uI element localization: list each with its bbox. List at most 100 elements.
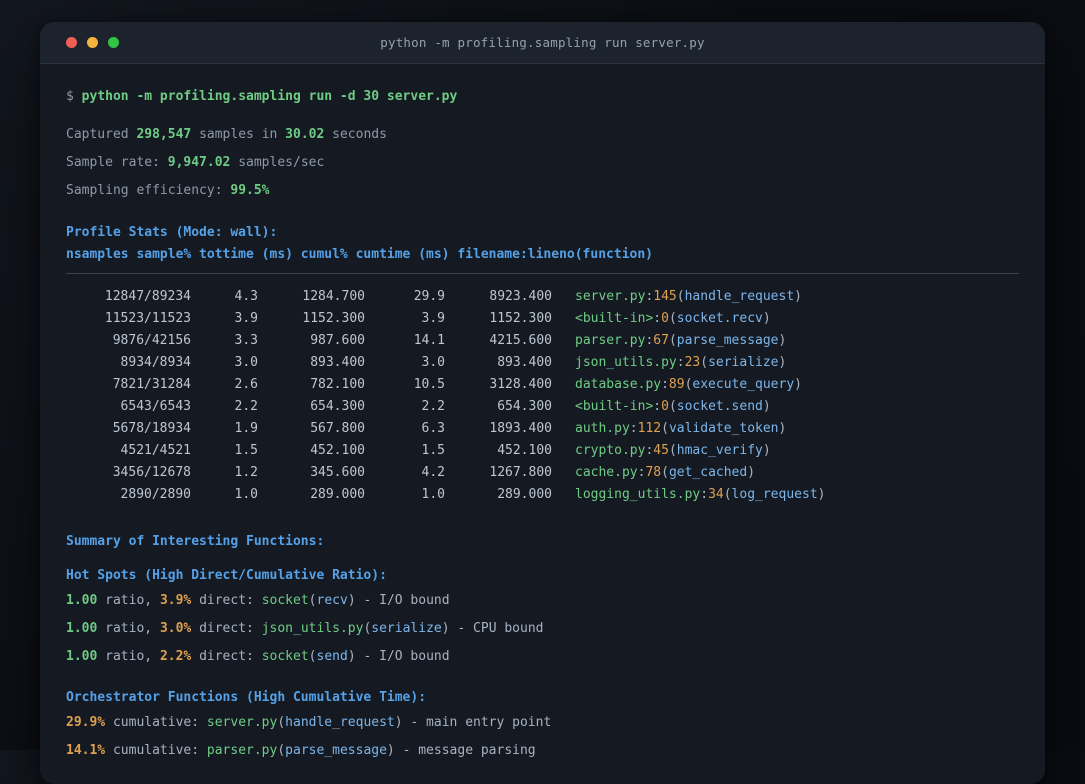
direct-pct: 3.9% (159, 593, 192, 608)
punct-close: ) (347, 593, 356, 608)
col-cumul-pct: 10.5 (413, 377, 445, 392)
line-number: 34 (708, 487, 724, 502)
stats-row: 9876/42156 3.3 987.600 14.1 4215.600 parser.p… (66, 330, 1019, 352)
function-location: cache.py:78(get_cached) (575, 462, 755, 484)
col-sample-pct: 1.2 (234, 465, 258, 480)
zoom-button[interactable] (108, 37, 119, 48)
col-sample-pct: 3.9 (234, 311, 258, 326)
col-nsamples: 12847/89234 (104, 289, 191, 304)
sample-rate-label: Sample rate: (66, 155, 168, 170)
terminal-output[interactable]: $ python -m profiling.sampling run -d 30… (40, 64, 1045, 782)
line-number: 145 (653, 289, 677, 304)
col-cumtime: 654.300 (497, 399, 552, 414)
punct-close: ) (441, 621, 450, 636)
sample-rate-value: 9,947.02 (167, 155, 231, 170)
stats-row: 6543/6543 2.2 654.300 2.2 654.300 <built-in>:… (66, 396, 1019, 418)
stats-row: 2890/2890 1.0 289.000 1.0 289.000 logging_uti… (66, 484, 1019, 506)
punct-open: ( (277, 743, 286, 758)
col-cumul-pct: 14.1 (413, 333, 445, 348)
orchestrators-heading: Orchestrator Functions (High Cumulative … (66, 690, 427, 705)
sample-rate-line: Sample rate: 9,947.02 samples/sec (66, 152, 1019, 174)
direct-pct: 3.0% (159, 621, 192, 636)
punct-close: ) (817, 487, 826, 502)
function-location: json_utils.py:23(serialize) (575, 352, 786, 374)
target-name: json_utils.py (261, 621, 364, 636)
function-location: parser.py:67(parse_message) (575, 330, 786, 352)
role-note: - message parsing (394, 743, 536, 758)
stats-row: 3456/12678 1.2 345.600 4.2 1267.800 cache.py:… (66, 462, 1019, 484)
window-titlebar[interactable]: python -m profiling.sampling run server.… (40, 22, 1045, 64)
file-name: parser.py (575, 333, 646, 348)
punct-open: ( (700, 355, 709, 370)
line-number: 45 (653, 443, 669, 458)
punct-open: ( (668, 333, 677, 348)
function-name: parse_message (285, 743, 387, 758)
function-name: socket.send (676, 399, 763, 414)
punct-close: ) (762, 311, 771, 326)
col-sample-pct: 1.0 (234, 487, 258, 502)
function-name: validate_token (668, 421, 779, 436)
col-tottime: 1284.700 (302, 289, 365, 304)
profile-stats-heading: Profile Stats (Mode: wall): (66, 225, 278, 240)
file-name: cache.py (575, 465, 638, 480)
minimize-button[interactable] (87, 37, 98, 48)
punct-close: ) (778, 355, 787, 370)
function-location: <built-in>:0(socket.send) (575, 396, 771, 418)
col-tottime: 345.600 (310, 465, 365, 480)
window-controls (40, 37, 119, 48)
captured-line: Captured 298,547 samples in 30.02 second… (66, 124, 1019, 146)
terminal-window: python -m profiling.sampling run server.… (40, 22, 1045, 784)
stats-columns-header: nsamples sample% tottime (ms) cumul% cum… (66, 247, 653, 262)
stats-row: 8934/8934 3.0 893.400 3.0 893.400 json_utils.… (66, 352, 1019, 374)
window-title: python -m profiling.sampling run server.… (380, 35, 705, 50)
col-tottime: 289.000 (310, 487, 365, 502)
file-name: logging_utils.py (575, 487, 701, 502)
col-sample-pct: 4.3 (234, 289, 258, 304)
punct-close: ) (794, 289, 802, 304)
file-name: <built-in> (575, 311, 654, 326)
target-name: socket (261, 593, 309, 608)
col-cumtime: 1267.800 (489, 465, 552, 480)
function-name: socket.recv (676, 311, 763, 326)
punct-open: ( (668, 399, 677, 414)
samples-count: 298,547 (136, 127, 192, 142)
punct-colon: : (676, 355, 685, 370)
col-cumtime: 289.000 (497, 487, 552, 502)
direct-pct: 2.2% (159, 649, 192, 664)
efficiency-value: 99.5% (230, 183, 270, 198)
captured-unit-label: seconds (324, 127, 387, 142)
orchestrator-item: 14.1% cumulative: parser.py(parse_messag… (66, 740, 1019, 762)
cumulative-pct: 29.9% (66, 715, 106, 730)
col-tottime: 893.400 (310, 355, 365, 370)
punct-open: ( (661, 421, 669, 436)
line-number: 89 (668, 377, 685, 392)
ratio-value: 1.00 (66, 649, 98, 664)
function-name: send (316, 649, 348, 664)
close-button[interactable] (66, 37, 77, 48)
punct-colon: : (653, 399, 662, 414)
ratio-label: ratio, (97, 593, 160, 608)
col-cumul-pct: 2.2 (421, 399, 445, 414)
col-cumtime: 1152.300 (489, 311, 552, 326)
col-cumtime: 4215.600 (489, 333, 552, 348)
file-name: server.py (575, 289, 646, 304)
col-cumtime: 452.100 (497, 443, 552, 458)
punct-colon: : (629, 421, 638, 436)
direct-label: direct: (191, 593, 262, 608)
direct-label: direct: (191, 649, 262, 664)
function-name: hmac_verify (676, 443, 763, 458)
file-name: <built-in> (575, 399, 654, 414)
col-sample-pct: 1.5 (234, 443, 258, 458)
stats-row: 4521/4521 1.5 452.100 1.5 452.100 crypto.py:4… (66, 440, 1019, 462)
role-note: - main entry point (402, 715, 552, 730)
punct-close: ) (762, 443, 771, 458)
punct-open: ( (668, 443, 677, 458)
col-nsamples: 8934/8934 (120, 355, 191, 370)
col-nsamples: 9876/42156 (112, 333, 191, 348)
duration-value: 30.02 (285, 127, 325, 142)
col-cumul-pct: 6.3 (421, 421, 445, 436)
col-sample-pct: 2.6 (234, 377, 258, 392)
ratio-label: ratio, (97, 621, 160, 636)
line-number: 0 (661, 399, 669, 414)
ratio-value: 1.00 (66, 621, 98, 636)
